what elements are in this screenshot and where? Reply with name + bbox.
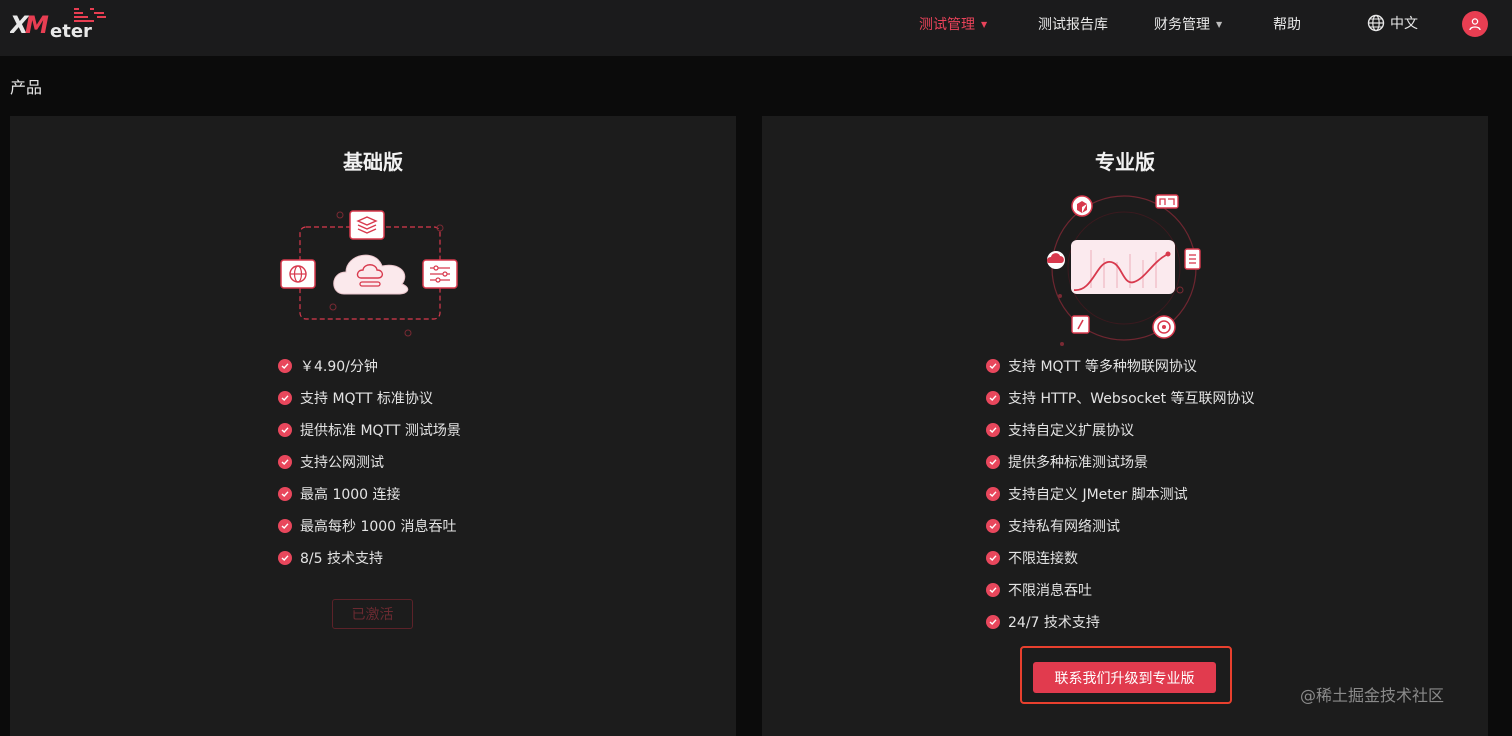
pro-plan-title: 专业版 [1095,150,1155,174]
list-item: 提供标准 MQTT 测试场景 [278,414,461,446]
feature-text: 不限消息吞吐 [1008,583,1092,599]
nav-help[interactable]: 帮助 [1273,14,1301,34]
list-item: 支持自定义扩展协议 [986,414,1255,446]
nav-test-report-library-label: 测试报告库 [1038,17,1108,33]
check-circle-icon [986,487,1000,501]
check-circle-icon [986,551,1000,565]
check-circle-icon [278,391,292,405]
pro-feature-list: 支持 MQTT 等多种物联网协议 支持 HTTP、Websocket 等互联网协… [986,350,1255,638]
feature-text: 支持公网测试 [300,455,384,471]
check-circle-icon [986,583,1000,597]
feature-text: ￥4.90/分钟 [300,359,378,375]
feature-text: 支持 HTTP、Websocket 等互联网协议 [1008,391,1255,407]
check-circle-icon [986,455,1000,469]
list-item: 不限消息吞吐 [986,574,1255,606]
watermark: @稀土掘金技术社区 [1300,686,1445,705]
list-item: 支持私有网络测试 [986,510,1255,542]
check-circle-icon [986,423,1000,437]
page-title: 产品 [10,78,43,97]
user-icon [1469,18,1481,31]
feature-text: 提供标准 MQTT 测试场景 [300,423,461,439]
check-circle-icon [278,519,292,533]
feature-text: 24/7 技术支持 [1008,615,1100,631]
basic-plan-title: 基础版 [343,150,403,174]
feature-text: 最高 1000 连接 [300,487,401,503]
basic-plan-card: 基础版 ￥4.90/分钟 支持 MQTT 标准协议 提供标准 MQTT 测试场景… [10,116,736,736]
list-item: 提供多种标准测试场景 [986,446,1255,478]
list-item: 最高 1000 连接 [278,478,461,510]
check-circle-icon [278,487,292,501]
check-circle-icon [278,359,292,373]
svg-text:eter: eter [50,21,92,42]
xmeter-logo[interactable]: X M eter [10,6,110,42]
list-item: ￥4.90/分钟 [278,350,461,382]
feature-text: 支持自定义 JMeter 脚本测试 [1008,487,1188,503]
nav-test-report-library[interactable]: 测试报告库 [1038,14,1108,34]
feature-text: 支持 MQTT 标准协议 [300,391,433,407]
check-circle-icon [986,519,1000,533]
check-circle-icon [278,455,292,469]
feature-text: 提供多种标准测试场景 [1008,455,1148,471]
basic-feature-list: ￥4.90/分钟 支持 MQTT 标准协议 提供标准 MQTT 测试场景 支持公… [278,350,461,574]
list-item: 支持 MQTT 等多种物联网协议 [986,350,1255,382]
nav-finance-management[interactable]: 财务管理 ▼ [1154,14,1222,34]
check-circle-icon [986,391,1000,405]
language-label: 中文 [1390,16,1418,32]
feature-text: 最高每秒 1000 消息吞吐 [300,519,457,535]
nav-help-label: 帮助 [1273,17,1301,33]
cloud-illustration [280,210,458,337]
list-item: 支持公网测试 [278,446,461,478]
nav-test-management-label: 测试管理 [919,17,975,33]
feature-text: 8/5 技术支持 [300,551,383,567]
svg-text:M: M [25,11,49,39]
upgrade-to-pro-button[interactable]: 联系我们升级到专业版 [1033,662,1216,693]
feature-text: 支持私有网络测试 [1008,519,1120,535]
check-circle-icon [986,615,1000,629]
chevron-down-icon: ▼ [1216,19,1223,29]
list-item: 不限连接数 [986,542,1255,574]
globe-icon [1367,14,1385,32]
activated-button: 已激活 [332,599,413,629]
feature-text: 支持自定义扩展协议 [1008,423,1134,439]
check-circle-icon [986,359,1000,373]
nav-test-management[interactable]: 测试管理 ▼ [919,14,987,34]
list-item: 支持自定义 JMeter 脚本测试 [986,478,1255,510]
list-item: 支持 MQTT 标准协议 [278,382,461,414]
avatar[interactable] [1462,11,1488,37]
check-circle-icon [278,551,292,565]
list-item: 8/5 技术支持 [278,542,461,574]
list-item: 最高每秒 1000 消息吞吐 [278,510,461,542]
pro-plan-card: 专业版 支持 MQTT 等多种物联网协议 支持 HTTP、Websocket 等… [762,116,1488,736]
chevron-down-icon: ▼ [981,19,988,29]
check-circle-icon [278,423,292,437]
feature-text: 支持 MQTT 等多种物联网协议 [1008,359,1197,375]
language-switcher[interactable]: 中文 [1367,13,1418,33]
top-navigation-bar: X M eter 测试管理 ▼ 测试报告库 财务管理 ▼ 帮助 中文 [0,0,1512,56]
list-item: 支持 HTTP、Websocket 等互联网协议 [986,382,1255,414]
analytics-illustration [1046,194,1201,346]
feature-text: 不限连接数 [1008,551,1078,567]
nav-finance-management-label: 财务管理 [1154,17,1210,33]
list-item: 24/7 技术支持 [986,606,1255,638]
